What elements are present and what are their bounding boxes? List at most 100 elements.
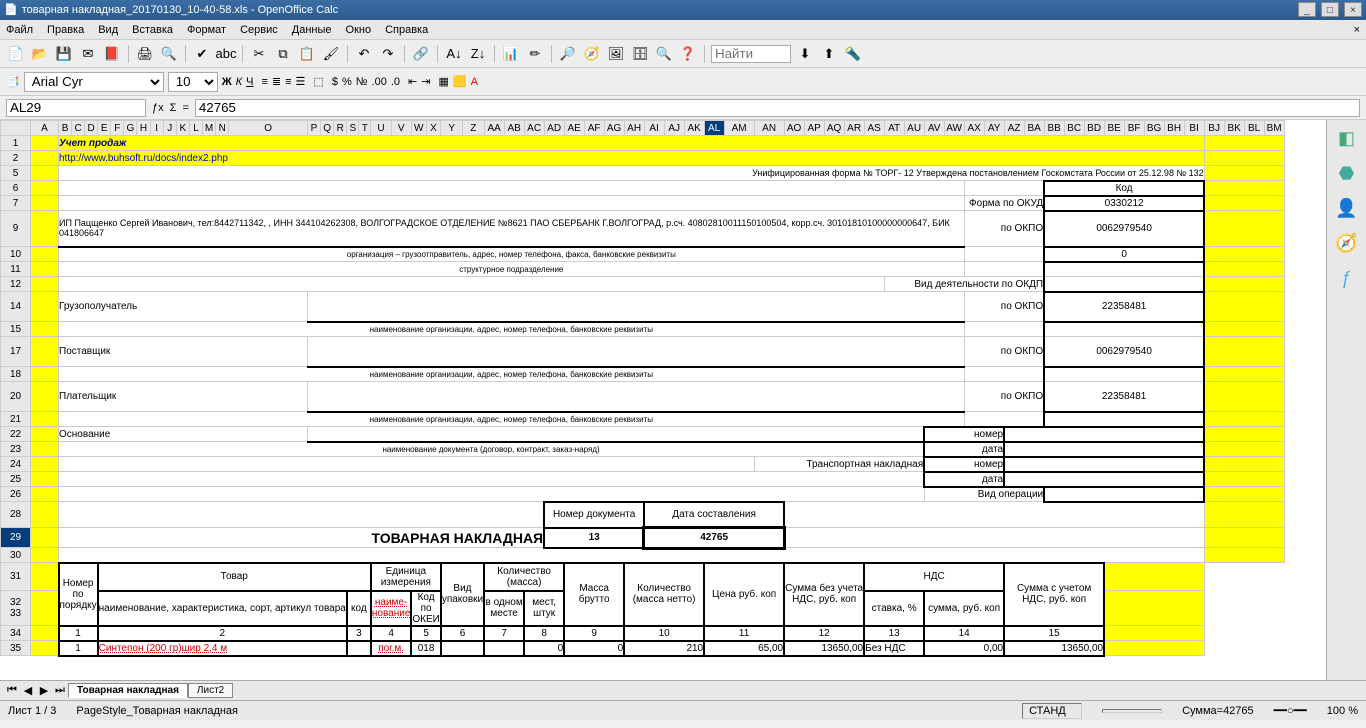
format-toolbar: 📑 Arial Cyr 10 Ж К Ч ≡ ≣ ≡ ☰ ⬚ $ % № .00… bbox=[0, 68, 1366, 96]
del-decimal-icon[interactable]: .0 bbox=[391, 76, 400, 88]
table-row: 35 1 Синтепон (200 гр)шир 2,4 м пог.м. 0… bbox=[1, 641, 1325, 656]
function-wizard-icon[interactable]: ƒx bbox=[152, 102, 164, 114]
italic-icon[interactable]: К bbox=[236, 76, 242, 88]
menu-data[interactable]: Данные bbox=[292, 24, 332, 36]
navigator-icon[interactable]: 🧭 bbox=[582, 44, 602, 64]
datasources-icon[interactable]: 🗄 bbox=[630, 44, 650, 64]
undo-icon[interactable]: ↶ bbox=[354, 44, 374, 64]
formula-input[interactable] bbox=[195, 99, 1360, 117]
paste-icon[interactable]: 📋 bbox=[297, 44, 317, 64]
find-next-icon[interactable]: ⬆ bbox=[819, 44, 839, 64]
tab-first-icon[interactable]: ⏮ bbox=[4, 684, 20, 697]
find-icon[interactable]: 🔎 bbox=[558, 44, 578, 64]
cell-org: ИП Пацщенко Сергей Иванович, тел:8442711… bbox=[59, 211, 965, 247]
save-icon[interactable]: 💾 bbox=[54, 44, 74, 64]
help-icon[interactable]: ❓ bbox=[678, 44, 698, 64]
sidebar-styles-icon[interactable]: ⬣ bbox=[1339, 163, 1355, 184]
number-icon[interactable]: № bbox=[356, 76, 368, 88]
align-center-icon[interactable]: ≣ bbox=[272, 75, 281, 88]
mail-icon[interactable]: ✉ bbox=[78, 44, 98, 64]
tab-next-icon[interactable]: ▶ bbox=[36, 684, 52, 697]
new-icon[interactable]: 📄 bbox=[6, 44, 26, 64]
tab-prev-icon[interactable]: ◀ bbox=[20, 684, 36, 697]
maximize-button[interactable]: □ bbox=[1321, 2, 1339, 17]
font-name-select[interactable]: Arial Cyr bbox=[24, 72, 164, 92]
cell-okpo1: 0062979540 bbox=[1044, 211, 1204, 247]
menu-edit[interactable]: Правка bbox=[47, 24, 84, 36]
status-mode: СТАНД bbox=[1022, 703, 1082, 719]
equals-icon[interactable]: = bbox=[182, 102, 188, 114]
sum-icon[interactable]: Σ bbox=[170, 102, 177, 114]
open-icon[interactable]: 📂 bbox=[30, 44, 50, 64]
dec-indent-icon[interactable]: ⇤ bbox=[408, 75, 417, 88]
format-paint-icon[interactable]: 🖌 bbox=[321, 44, 341, 64]
menubar: Файл Правка Вид Вставка Формат Сервис Да… bbox=[0, 20, 1366, 40]
menu-file[interactable]: Файл bbox=[6, 24, 33, 36]
sort-desc-icon[interactable]: Z↓ bbox=[468, 44, 488, 64]
percent-icon[interactable]: % bbox=[342, 76, 352, 88]
close-button[interactable]: × bbox=[1344, 2, 1362, 17]
sheet-tab-active[interactable]: Товарная накладная bbox=[68, 683, 188, 698]
menu-tools[interactable]: Сервис bbox=[240, 24, 278, 36]
find-prev-icon[interactable]: ⬇ bbox=[795, 44, 815, 64]
pdf-icon[interactable]: 📕 bbox=[102, 44, 122, 64]
bgcolor-icon[interactable]: 🟨 bbox=[453, 75, 467, 88]
tab-last-icon[interactable]: ⏭ bbox=[52, 684, 68, 697]
status-zoom: 100 % bbox=[1327, 705, 1358, 717]
formula-bar: ƒx Σ = bbox=[0, 96, 1366, 120]
cut-icon[interactable]: ✂ bbox=[249, 44, 269, 64]
spellcheck-icon[interactable]: ✔ bbox=[192, 44, 212, 64]
cell-doc-title: ТОВАРНАЯ НАКЛАДНАЯ bbox=[59, 528, 545, 548]
styles-icon[interactable]: 📑 bbox=[6, 75, 20, 88]
minimize-button[interactable]: _ bbox=[1298, 2, 1316, 17]
find-input[interactable] bbox=[711, 45, 791, 63]
underline-icon[interactable]: Ч bbox=[246, 76, 253, 88]
autospell-icon[interactable]: abc bbox=[216, 44, 236, 64]
cell-code-4: 22358481 bbox=[1044, 382, 1204, 412]
borders-icon[interactable]: ▦ bbox=[438, 75, 448, 88]
fontcolor-icon[interactable]: A bbox=[471, 76, 478, 88]
align-justify-icon[interactable]: ☰ bbox=[296, 75, 306, 88]
active-cell[interactable]: 42765 bbox=[644, 528, 784, 548]
find-all-icon[interactable]: 🔦 bbox=[843, 44, 863, 64]
menu-format[interactable]: Формат bbox=[187, 24, 226, 36]
menu-view[interactable]: Вид bbox=[98, 24, 118, 36]
align-right-icon[interactable]: ≡ bbox=[285, 76, 291, 88]
preview-icon[interactable]: 🔍 bbox=[159, 44, 179, 64]
font-size-select[interactable]: 10 bbox=[168, 72, 218, 92]
sidebar-navigator-icon[interactable]: 🧭 bbox=[1335, 233, 1357, 254]
cell-kod-label: Код bbox=[1044, 181, 1204, 196]
zoom-icon[interactable]: 🔍 bbox=[654, 44, 674, 64]
cell-url[interactable]: http://www.buhsoft.ru/docs/index2.php bbox=[59, 151, 1205, 166]
sidebar-properties-icon[interactable]: ◧ bbox=[1338, 128, 1355, 149]
redo-icon[interactable]: ↷ bbox=[378, 44, 398, 64]
gallery-icon[interactable]: 🖼 bbox=[606, 44, 626, 64]
sort-asc-icon[interactable]: A↓ bbox=[444, 44, 464, 64]
spreadsheet-grid[interactable]: ABCDEFGHIJKLMNOPQRSTUVWXYZAAABACADAEAFAG… bbox=[0, 120, 1326, 680]
inc-indent-icon[interactable]: ⇥ bbox=[421, 75, 430, 88]
hyperlink-icon[interactable]: 🔗 bbox=[411, 44, 431, 64]
align-left-icon[interactable]: ≡ bbox=[261, 76, 267, 88]
cell-osn: Основание bbox=[59, 427, 308, 442]
add-decimal-icon[interactable]: .00 bbox=[372, 76, 387, 88]
cell-trn: Транспортная накладная bbox=[754, 457, 924, 472]
show-draw-icon[interactable]: ✏ bbox=[525, 44, 545, 64]
menu-insert[interactable]: Вставка bbox=[132, 24, 173, 36]
sidebar-gallery-icon[interactable]: 👤 bbox=[1335, 198, 1357, 219]
menu-window[interactable]: Окно bbox=[346, 24, 372, 36]
currency-icon[interactable]: $ bbox=[332, 76, 338, 88]
cell-post: Поставщик bbox=[59, 337, 308, 367]
menu-help[interactable]: Справка bbox=[385, 24, 428, 36]
bold-icon[interactable]: Ж bbox=[222, 76, 232, 88]
cell-reference-input[interactable] bbox=[6, 99, 146, 117]
sheet-tab-2[interactable]: Лист2 bbox=[188, 683, 233, 698]
close-doc-button[interactable]: × bbox=[1354, 24, 1360, 36]
copy-icon[interactable]: ⧉ bbox=[273, 44, 293, 64]
chart-icon[interactable]: 📊 bbox=[501, 44, 521, 64]
cell-doc-num: 13 bbox=[544, 528, 644, 548]
print-icon[interactable]: 🖨 bbox=[135, 44, 155, 64]
sidebar-functions-icon[interactable]: ƒ bbox=[1341, 268, 1351, 289]
cell-hint-struct: структурное подразделение bbox=[59, 262, 965, 277]
merge-cells-icon[interactable]: ⬚ bbox=[313, 75, 323, 88]
column-headers: ABCDEFGHIJKLMNOPQRSTUVWXYZAAABACADAEAFAG… bbox=[1, 121, 1325, 136]
